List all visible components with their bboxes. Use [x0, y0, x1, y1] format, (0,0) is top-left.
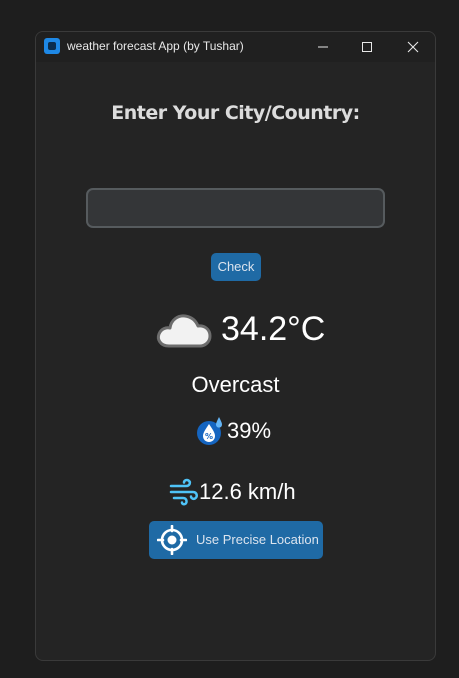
temperature-value: 34.2°C — [221, 310, 326, 348]
humidity-value: 39% — [227, 418, 272, 443]
location-button-label: Use Precise Location — [196, 532, 319, 547]
wind-speed-value: 12.6 km/h — [199, 479, 296, 504]
city-input[interactable] — [86, 188, 385, 228]
close-icon — [407, 41, 419, 53]
wind-icon — [169, 478, 198, 506]
check-button[interactable]: Check — [211, 253, 261, 281]
minimize-icon — [318, 46, 328, 48]
use-precise-location-button[interactable]: Use Precise Location — [149, 521, 323, 559]
app-window: weather forecast App (by Tushar) Enter Y… — [35, 31, 436, 661]
close-button[interactable] — [390, 32, 435, 62]
maximize-button[interactable] — [344, 32, 390, 62]
cloud-icon — [156, 314, 212, 348]
minimize-button[interactable] — [300, 32, 346, 62]
title-bar: weather forecast App (by Tushar) — [36, 32, 435, 62]
weather-condition: Overcast — [191, 372, 280, 397]
window-title: weather forecast App (by Tushar) — [67, 39, 244, 53]
humidity-icon: % — [197, 417, 222, 445]
app-icon — [44, 38, 60, 54]
crosshair-location-icon — [157, 525, 187, 555]
page-title: Enter Your City/Country: — [111, 102, 360, 124]
maximize-icon — [362, 42, 372, 52]
svg-text:%: % — [205, 432, 213, 441]
